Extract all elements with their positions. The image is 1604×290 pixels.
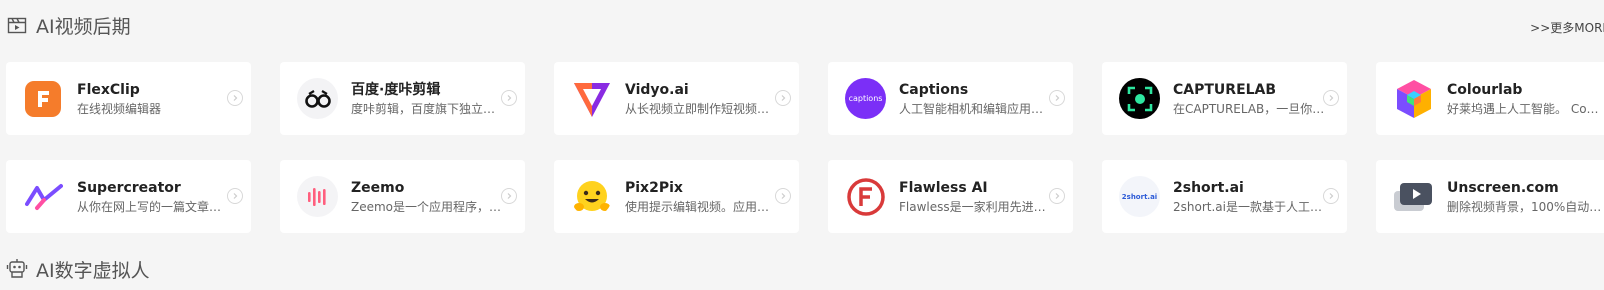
section-title: AI视频后期 (36, 15, 131, 38)
pix2pix-logo (571, 176, 612, 217)
captions-logo: captions (845, 78, 886, 119)
chevron-right-icon[interactable] (775, 90, 791, 106)
tool-card[interactable]: Supercreator 从你在网上写的一篇文章… (6, 160, 251, 233)
flexclip-logo (25, 80, 61, 117)
tool-card[interactable]: FlexClip 在线视频编辑器 (6, 62, 251, 135)
chevron-right-icon[interactable] (501, 90, 517, 106)
flawless-logo (845, 176, 886, 217)
tool-name: 2short.ai (1173, 179, 1244, 196)
tool-card[interactable]: Flawless AI Flawless是一家利用先进技… (828, 160, 1073, 233)
capturelab-logo (1119, 78, 1160, 119)
tool-desc: 度咔剪辑，百度旗下独立… (351, 101, 496, 116)
tool-desc: 从长视频立即制作短视频… (625, 101, 770, 116)
tool-name: Pix2Pix (625, 179, 683, 196)
chevron-right-icon[interactable] (775, 188, 791, 204)
tool-card[interactable]: Pix2Pix 使用提示编辑视频。应用… (554, 160, 799, 233)
tool-card[interactable]: captions Captions 人工智能相机和编辑应用… (828, 62, 1073, 135)
tool-card[interactable]: Vidyo.ai 从长视频立即制作短视频… (554, 62, 799, 135)
tool-desc: 从你在网上写的一篇文章… (77, 199, 222, 214)
tool-card[interactable]: Unscreen.com 删除视频背景，100%自动… (1376, 160, 1604, 233)
tool-name: Colourlab (1447, 81, 1523, 98)
tool-name: 百度·度咔剪辑 (351, 81, 441, 98)
tool-desc: 删除视频背景，100%自动… (1447, 199, 1602, 214)
tool-card[interactable]: CAPTURELAB 在CAPTURELAB，一旦你… (1102, 62, 1347, 135)
more-link[interactable]: >>更多MORE (1530, 19, 1604, 36)
tool-desc: 人工智能相机和编辑应用… (899, 101, 1044, 116)
2short-logo: 2short.ai (1119, 176, 1160, 217)
tool-card[interactable]: 百度·度咔剪辑度咔剪辑，百度旗下独立… (280, 62, 525, 135)
tool-name: Unscreen.com (1447, 179, 1559, 196)
2short-logo-text: 2short.ai (1121, 192, 1158, 201)
section-header-digital-human: AI数字虚拟人 (6, 254, 150, 284)
tool-card[interactable]: 2short.ai 2short.ai 2short.ai是一款基于人工… (1102, 160, 1347, 233)
tool-desc: 在CAPTURELAB，一旦你… (1173, 101, 1325, 116)
vidyo-logo (571, 78, 612, 119)
baidu-duka-logo (297, 78, 338, 119)
video-clapper-icon (6, 14, 28, 36)
tool-desc: 使用提示编辑视频。应用… (625, 199, 770, 214)
chevron-right-icon[interactable] (501, 188, 517, 204)
chevron-right-icon[interactable] (1323, 188, 1339, 204)
tool-name: Captions (899, 81, 969, 98)
chevron-right-icon[interactable] (1323, 90, 1339, 106)
tool-desc: 2short.ai是一款基于人工… (1173, 199, 1322, 214)
tool-name: Supercreator (77, 179, 181, 196)
tool-name: Vidyo.ai (625, 81, 689, 98)
tool-name: FlexClip (77, 81, 140, 98)
tool-name: Zeemo (351, 179, 405, 196)
section-title: AI数字虚拟人 (36, 259, 150, 282)
tool-desc: 在线视频编辑器 (77, 101, 162, 116)
tool-grid: FlexClip 在线视频编辑器 百度·度咔剪辑度咔剪辑，百度旗下独立… Vidy… (6, 62, 1604, 233)
chevron-right-icon[interactable] (1049, 90, 1065, 106)
section-header-video-post: AI视频后期 (6, 10, 131, 40)
tool-name: CAPTURELAB (1173, 81, 1277, 98)
tool-desc: 好莱坞遇上人工智能。 Co… (1447, 101, 1599, 116)
unscreen-logo (1393, 176, 1434, 217)
tool-name: Flawless AI (899, 179, 988, 196)
zeemo-logo (297, 176, 338, 217)
chevron-right-icon[interactable] (227, 188, 243, 204)
colourlab-logo (1393, 78, 1434, 119)
captions-logo-text: captions (848, 94, 883, 103)
chevron-right-icon[interactable] (227, 90, 243, 106)
tool-card[interactable]: Colourlab 好莱坞遇上人工智能。 Co… (1376, 62, 1604, 135)
supercreator-logo (23, 176, 64, 217)
chevron-right-icon[interactable] (1049, 188, 1065, 204)
robot-icon (6, 258, 28, 280)
tool-card[interactable]: Zeemo Zeemo是一个应用程序，… (280, 160, 525, 233)
tool-desc: Zeemo是一个应用程序，… (351, 199, 502, 214)
tool-desc: Flawless是一家利用先进技… (899, 199, 1054, 214)
